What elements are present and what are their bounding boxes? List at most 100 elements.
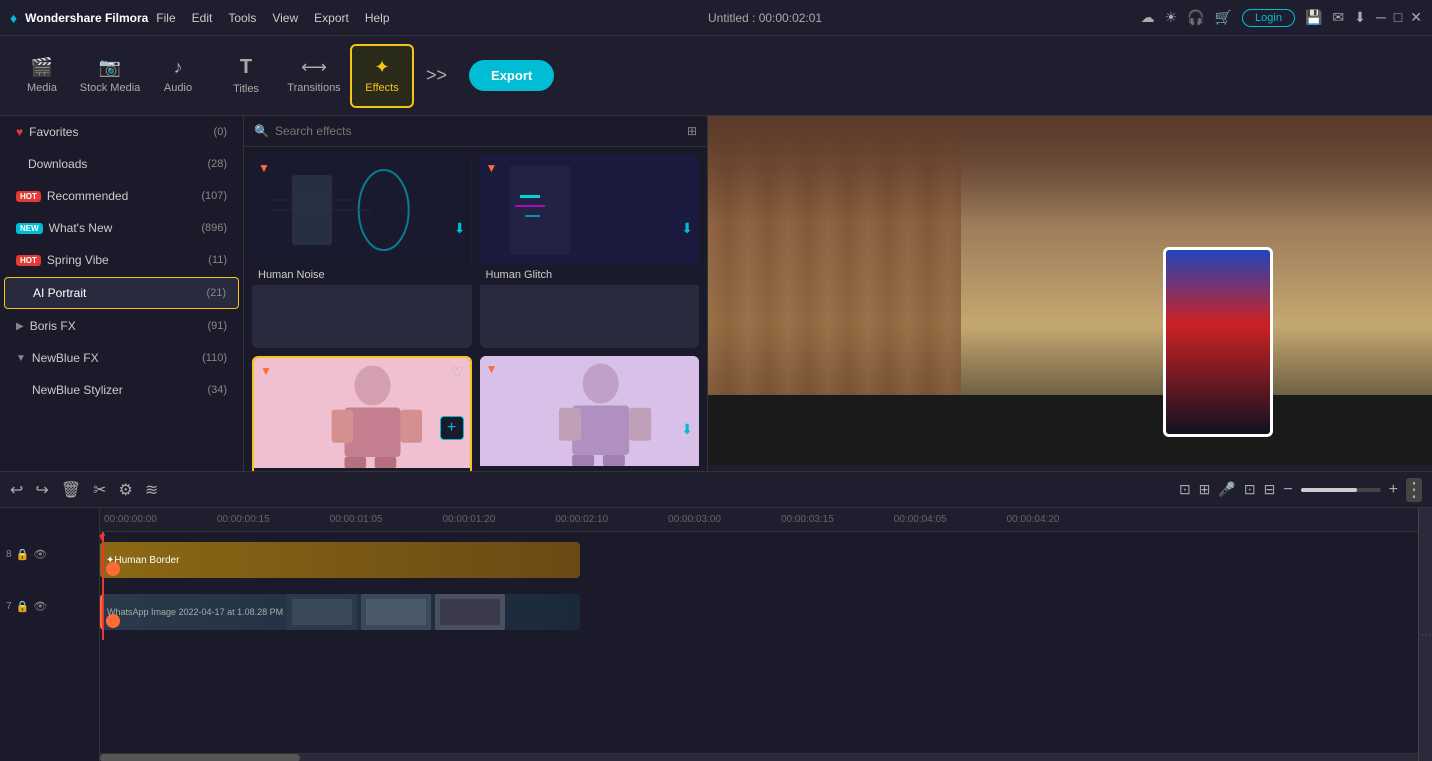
category-downloads[interactable]: Downloads (28) bbox=[4, 149, 239, 179]
cloud-icon[interactable]: ☁ bbox=[1141, 9, 1155, 26]
snap-icon[interactable]: ⊞ bbox=[1199, 481, 1211, 498]
search-input[interactable] bbox=[275, 124, 681, 138]
menu-edit[interactable]: Edit bbox=[192, 11, 213, 25]
split-icon[interactable]: ⊟ bbox=[1264, 481, 1276, 498]
floor-background bbox=[708, 395, 1432, 465]
toolbar-effects[interactable]: ✦ Effects bbox=[350, 44, 414, 108]
sun-icon[interactable]: ☀ bbox=[1165, 9, 1178, 26]
add-effect-button[interactable]: + bbox=[440, 416, 464, 440]
category-downloads-label: Downloads bbox=[28, 157, 87, 171]
redo-button[interactable]: ↪ bbox=[35, 480, 48, 500]
video-clip[interactable]: WhatsApp Image 2022-04-17 at 1.08.28 PM bbox=[100, 594, 580, 630]
track-7-lock-icon[interactable]: 🔒 bbox=[16, 600, 30, 613]
playhead[interactable] bbox=[102, 532, 104, 640]
category-ai-portrait[interactable]: AI Portrait (21) bbox=[4, 277, 239, 309]
effect-human-noise[interactable]: ▼ ⬇ Human Noise bbox=[252, 155, 472, 348]
waveform-button[interactable]: ≋ bbox=[145, 480, 158, 500]
menu-bar: File Edit Tools View Export Help bbox=[156, 11, 389, 25]
headset-icon[interactable]: 🎧 bbox=[1187, 9, 1204, 26]
toolbar-transitions[interactable]: ⟷ Transitions bbox=[282, 44, 346, 108]
track-8-lock-icon[interactable]: 🔒 bbox=[16, 548, 30, 561]
category-whats-new-count: (896) bbox=[201, 222, 227, 234]
category-spring-vibe[interactable]: HOT Spring Vibe (11) bbox=[4, 245, 239, 275]
mail-icon[interactable]: ✉ bbox=[1332, 9, 1344, 26]
arrow-icon: ▼ bbox=[258, 161, 270, 175]
category-whats-new[interactable]: NEW What's New (896) bbox=[4, 213, 239, 243]
track-7-content: WhatsApp Image 2022-04-17 at 1.08.28 PM bbox=[100, 592, 1418, 632]
delete-button[interactable]: 🗑 bbox=[61, 480, 81, 500]
toolbar-stock-media[interactable]: 📷 Stock Media bbox=[78, 44, 142, 108]
download-icon[interactable]: ⬇ bbox=[454, 220, 466, 237]
effect-human-glitch[interactable]: ▼ ⬇ Human Glitch bbox=[480, 155, 700, 348]
track-options-icon[interactable]: ⊡ bbox=[1244, 481, 1256, 498]
menu-view[interactable]: View bbox=[272, 11, 298, 25]
app-logo-icon: ♦ bbox=[10, 10, 17, 26]
timeline-resize-handle[interactable]: ⋮ bbox=[1418, 508, 1432, 761]
menu-tools[interactable]: Tools bbox=[228, 11, 256, 25]
preview-video bbox=[708, 116, 1432, 465]
category-favorites[interactable]: ♥ Favorites (0) bbox=[4, 117, 239, 147]
effect-thumb: ▼ ⬇ bbox=[252, 155, 472, 265]
cut-button[interactable]: ✂ bbox=[93, 480, 106, 500]
download-icon[interactable]: ⬇ bbox=[1354, 9, 1366, 26]
app-brand: Wondershare Filmora bbox=[25, 11, 148, 25]
menu-export[interactable]: Export bbox=[314, 11, 349, 25]
more-tools-button[interactable]: >> bbox=[418, 65, 455, 86]
mic-icon[interactable]: 🎤 bbox=[1218, 481, 1235, 498]
category-ai-portrait-label: AI Portrait bbox=[33, 286, 86, 300]
zoom-out-button[interactable]: − bbox=[1283, 481, 1292, 499]
track-7-eye-icon[interactable]: 👁 bbox=[33, 600, 47, 613]
toolbar-audio[interactable]: ♪ Audio bbox=[146, 44, 210, 108]
stock-icon: 📷 bbox=[99, 57, 121, 78]
adjust-button[interactable]: ⚙ bbox=[119, 480, 133, 500]
category-newblue-fx-count: (110) bbox=[202, 352, 227, 364]
effect-thumb: ♡ ▼ + bbox=[254, 358, 470, 468]
toolbar-media[interactable]: 🎬 Media bbox=[10, 44, 74, 108]
download-icon[interactable]: ⬇ bbox=[681, 421, 693, 438]
ripple-icon[interactable]: ⊡ bbox=[1179, 481, 1191, 498]
minimize-button[interactable]: ─ bbox=[1376, 9, 1386, 26]
horizontal-scrollbar[interactable] bbox=[100, 753, 1418, 761]
category-ai-portrait-count: (21) bbox=[206, 287, 226, 299]
media-icon: 🎬 bbox=[31, 57, 53, 78]
maximize-button[interactable]: □ bbox=[1394, 9, 1402, 26]
menu-file[interactable]: File bbox=[156, 11, 175, 25]
undo-button[interactable]: ↩ bbox=[10, 480, 23, 500]
grid-view-icon[interactable]: ⊞ bbox=[687, 124, 697, 138]
heart-icon: ♥ bbox=[16, 125, 23, 139]
video-thumbnails: WhatsApp Image 2022-04-17 at 1.08.28 PM bbox=[100, 594, 580, 630]
menu-help[interactable]: Help bbox=[365, 11, 390, 25]
zoom-in-button[interactable]: + bbox=[1389, 481, 1398, 499]
transitions-icon: ⟷ bbox=[301, 57, 327, 78]
media-label: Media bbox=[27, 82, 57, 94]
save-icon[interactable]: 💾 bbox=[1305, 9, 1322, 26]
heart-icon[interactable]: ♡ bbox=[451, 364, 464, 381]
category-favorites-label: Favorites bbox=[29, 125, 78, 139]
track-num-7: 7 bbox=[6, 601, 12, 612]
timeline-tracks: ✦ Human Border bbox=[100, 532, 1418, 640]
cart-icon[interactable]: 🛒 bbox=[1215, 9, 1232, 26]
scrollbar-thumb[interactable] bbox=[100, 754, 300, 761]
timeline: ↩ ↪ 🗑 ✂ ⚙ ≋ ⊡ ⊞ 🎤 ⊡ ⊟ − + ⋮ 8 🔒 � bbox=[0, 471, 1432, 761]
arrow-icon: ▼ bbox=[486, 362, 498, 376]
close-button[interactable]: ✕ bbox=[1410, 9, 1422, 26]
category-recommended-label: Recommended bbox=[47, 189, 128, 203]
track-8-eye-icon[interactable]: 👁 bbox=[33, 548, 47, 561]
toolbar-titles[interactable]: T Titles bbox=[214, 44, 278, 108]
track-num-8: 8 bbox=[6, 549, 12, 560]
video-frame-3 bbox=[435, 594, 505, 630]
effects-label: Effects bbox=[365, 82, 398, 94]
zoom-slider[interactable] bbox=[1301, 488, 1381, 492]
download-icon[interactable]: ⬇ bbox=[681, 220, 693, 237]
handle-icon[interactable]: ⋮ bbox=[1406, 478, 1422, 502]
category-recommended[interactable]: HOT Recommended (107) bbox=[4, 181, 239, 211]
effect-clip[interactable]: ✦ Human Border bbox=[100, 542, 580, 578]
category-newblue-fx[interactable]: ▼ NewBlue FX (110) bbox=[4, 343, 239, 373]
category-newblue-stylizer[interactable]: NewBlue Stylizer (34) bbox=[4, 375, 239, 405]
category-boris-fx[interactable]: ▶ Boris FX (91) bbox=[4, 311, 239, 341]
curtain-top bbox=[708, 116, 1432, 221]
login-button[interactable]: Login bbox=[1242, 9, 1295, 27]
export-button[interactable]: Export bbox=[469, 60, 554, 91]
effect-label: Human Noise bbox=[252, 265, 472, 285]
effect-label: Human Glitch bbox=[480, 265, 700, 285]
